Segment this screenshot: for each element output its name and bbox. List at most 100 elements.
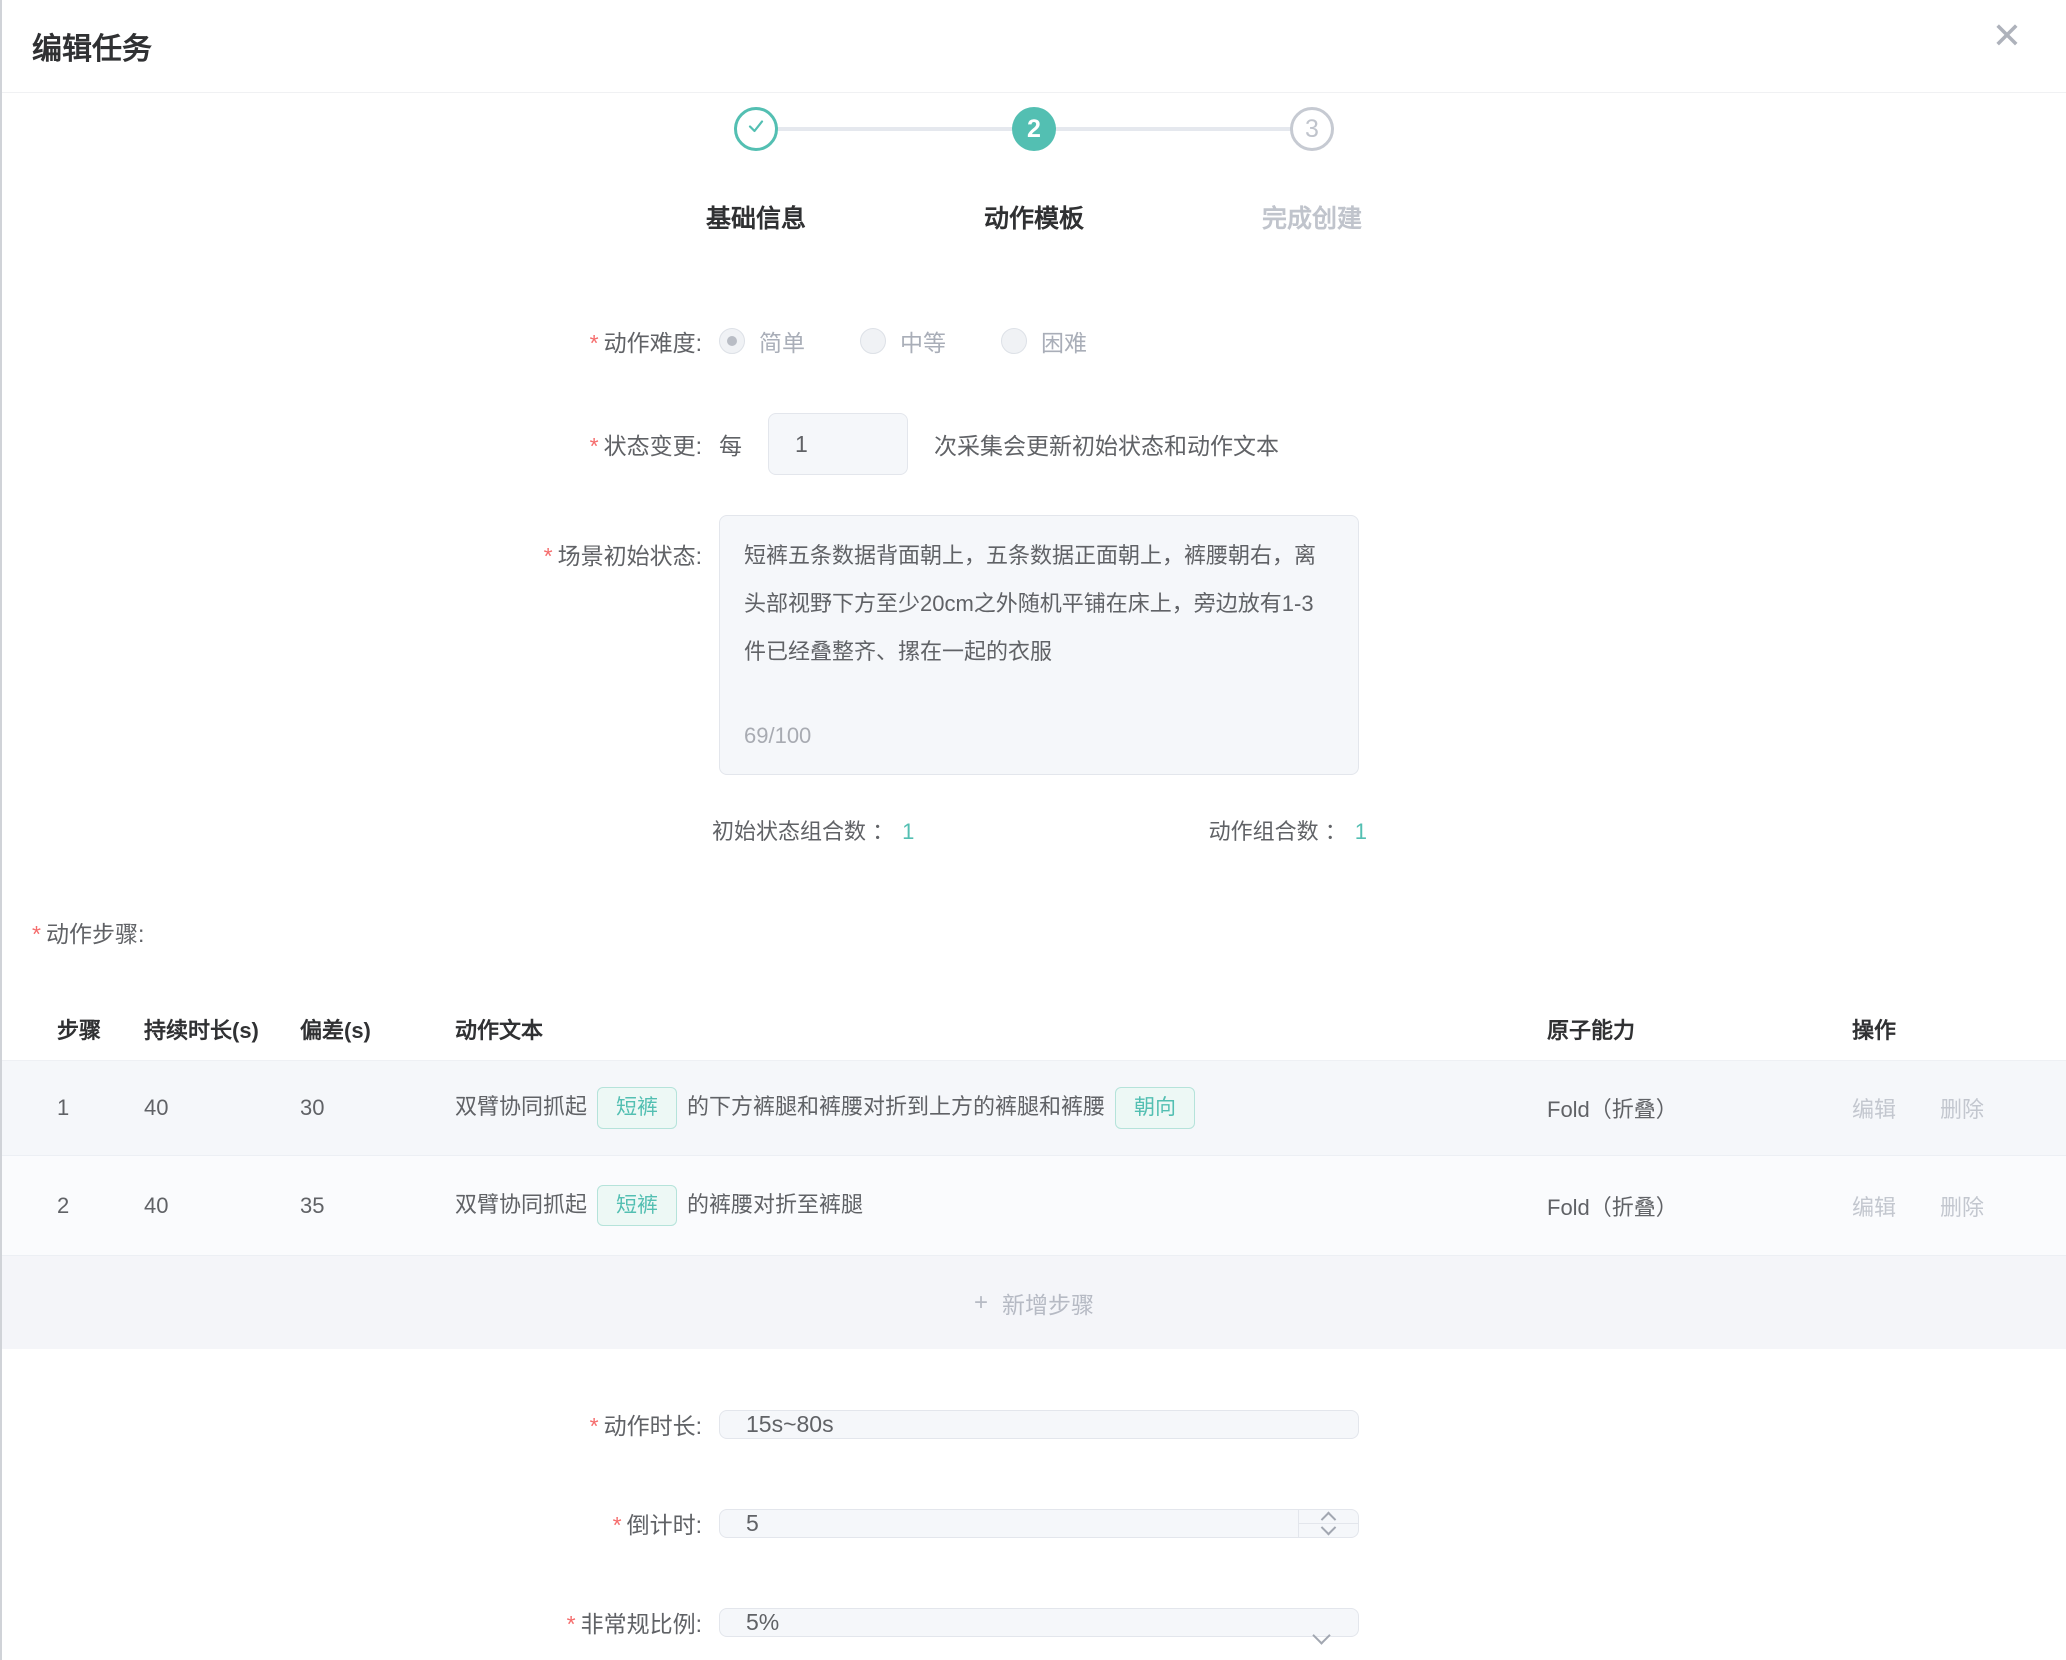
radio-easy[interactable]: 简单: [719, 324, 805, 358]
step-connector: [1034, 127, 1312, 131]
cell-deviation: 30: [300, 1095, 455, 1121]
action-text-segment: 双臂协同抓起: [455, 1094, 587, 1119]
cell-action-text: 双臂协同抓起短裤的裤腰对折至裤腿: [455, 1185, 1547, 1226]
step-2-number: 2: [1027, 115, 1041, 144]
col-header-ability: 原子能力: [1547, 1013, 1852, 1045]
table-row: 1 40 30 双臂协同抓起短裤的下方裤腿和裤腰对折到上方的裤腿和裤腰朝向 Fo…: [2, 1061, 2066, 1156]
step-2-circle: 2: [1012, 107, 1056, 151]
table-header-row: 步骤 持续时长(s) 偏差(s) 动作文本 原子能力 操作: [2, 997, 2066, 1061]
table-row: 2 40 35 双臂协同抓起短裤的裤腰对折至裤腿 Fold（折叠） 编辑 删除: [2, 1156, 2066, 1256]
cell-ability: Fold（折叠）: [1547, 1190, 1852, 1222]
unusual-ratio-row: *非常规比例: 5%: [2, 1593, 2066, 1651]
state-change-prefix: 每: [719, 427, 742, 461]
action-combo-value: 1: [1355, 819, 1367, 844]
cell-step: 1: [57, 1095, 144, 1121]
action-duration-label: *动作时长:: [2, 1407, 702, 1441]
action-text-segment: 双臂协同抓起: [455, 1192, 587, 1217]
add-step-label: 新增步骤: [1002, 1286, 1094, 1320]
edit-link[interactable]: 编辑: [1852, 1097, 1896, 1122]
char-counter: 69/100: [744, 712, 811, 760]
unusual-ratio-label: *非常规比例:: [2, 1605, 702, 1639]
unusual-ratio-select[interactable]: 5%: [719, 1608, 1359, 1637]
step-connector: [756, 127, 1034, 131]
radio-hard[interactable]: 困难: [1001, 324, 1087, 358]
close-icon[interactable]: ✕: [1992, 18, 2022, 54]
cell-step: 2: [57, 1193, 144, 1219]
cell-ability: Fold（折叠）: [1547, 1092, 1852, 1124]
cell-duration: 40: [144, 1193, 300, 1219]
col-header-step: 步骤: [57, 1013, 144, 1045]
countdown-row: *倒计时: 5: [2, 1493, 2066, 1553]
unusual-ratio-value: 5%: [746, 1609, 779, 1636]
dialog-header: 编辑任务 ✕: [2, 0, 2066, 93]
object-tag[interactable]: 短裤: [597, 1087, 677, 1128]
required-mark: *: [590, 330, 599, 356]
action-steps-section-label: *动作步骤:: [32, 915, 2066, 949]
action-text-segment: 的裤腰对折至裤腿: [687, 1192, 863, 1217]
orientation-tag[interactable]: 朝向: [1115, 1087, 1195, 1128]
cell-deviation: 35: [300, 1193, 455, 1219]
cell-action-text: 双臂协同抓起短裤的下方裤腿和裤腰对折到上方的裤腿和裤腰朝向: [455, 1087, 1547, 1128]
delete-link[interactable]: 删除: [1940, 1195, 1984, 1220]
scene-initial-state-row: *场景初始状态: 短裤五条数据背面朝上，五条数据正面朝上，裤腰朝右，离头部视野下…: [2, 515, 2066, 775]
required-mark: *: [544, 543, 553, 569]
col-header-action-text: 动作文本: [455, 1013, 1547, 1045]
radio-circle-icon: [860, 328, 886, 354]
plus-icon: +: [974, 1289, 988, 1317]
cell-operations: 编辑 删除: [1852, 1092, 2066, 1124]
chevron-down-icon: [1312, 1626, 1330, 1644]
required-mark: *: [590, 433, 599, 459]
countdown-value: 5: [746, 1510, 759, 1537]
initial-state-combo-value: 1: [902, 819, 914, 844]
difficulty-label: *动作难度:: [2, 324, 702, 358]
radio-medium[interactable]: 中等: [860, 324, 946, 358]
required-mark: *: [32, 921, 41, 947]
delete-link[interactable]: 删除: [1940, 1097, 1984, 1122]
step-3-number: 3: [1305, 115, 1319, 144]
stepper-down-button[interactable]: [1299, 1524, 1358, 1537]
radio-circle-icon: [1001, 328, 1027, 354]
action-duration-input[interactable]: 15s~80s: [719, 1410, 1359, 1439]
action-combo: 动作组合数 ：1: [1209, 814, 1367, 846]
object-tag[interactable]: 短裤: [597, 1185, 677, 1226]
state-change-row: *状态变更: 每 1 次采集会更新初始状态和动作文本: [2, 413, 2066, 475]
step-2-label: 动作模板: [895, 199, 1173, 235]
col-header-duration: 持续时长(s): [144, 1013, 300, 1045]
action-duration-value: 15s~80s: [746, 1411, 834, 1438]
step-indicator: 2 3 基础信息 动作模板 完成创建: [617, 107, 1451, 257]
countdown-label: *倒计时:: [2, 1506, 702, 1540]
edit-task-dialog: { "required_mark": "*", "dialog": { "tit…: [0, 0, 2066, 1660]
dialog-title: 编辑任务: [32, 24, 152, 68]
radio-easy-label: 简单: [759, 324, 805, 358]
check-icon: [745, 115, 767, 144]
radio-medium-label: 中等: [900, 324, 946, 358]
cell-operations: 编辑 删除: [1852, 1190, 2066, 1222]
col-header-deviation: 偏差(s): [300, 1013, 455, 1045]
radio-hard-label: 困难: [1041, 324, 1087, 358]
step-1-circle: [734, 107, 778, 151]
cell-duration: 40: [144, 1095, 300, 1121]
initial-state-combo: 初始状态组合数 ：1: [712, 814, 914, 846]
action-text-segment: 的下方裤腿和裤腰对折到上方的裤腿和裤腰: [687, 1094, 1105, 1119]
difficulty-row: *动作难度: 简单 中等 困难: [2, 319, 2066, 363]
col-header-operations: 操作: [1852, 1013, 2066, 1045]
action-duration-row: *动作时长: 15s~80s: [2, 1395, 2066, 1453]
scene-initial-state-text: 短裤五条数据背面朝上，五条数据正面朝上，裤腰朝右，离头部视野下方至少20cm之外…: [744, 543, 1316, 664]
state-change-label: *状态变更:: [2, 427, 702, 461]
step-3-circle: 3: [1290, 107, 1334, 151]
add-step-button[interactable]: + 新增步骤: [2, 1256, 2066, 1349]
combo-counts-row: 初始状态组合数 ：1 动作组合数 ：1: [2, 815, 2066, 845]
scene-initial-state-textarea[interactable]: 短裤五条数据背面朝上，五条数据正面朝上，裤腰朝右，离头部视野下方至少20cm之外…: [719, 515, 1359, 775]
step-1-label: 基础信息: [617, 199, 895, 235]
step-3-label: 完成创建: [1173, 199, 1451, 235]
required-mark: *: [567, 1611, 576, 1637]
required-mark: *: [613, 1512, 622, 1538]
countdown-input[interactable]: 5: [719, 1509, 1359, 1538]
number-stepper: [1298, 1510, 1358, 1537]
required-mark: *: [590, 1413, 599, 1439]
scene-initial-state-label: *场景初始状态:: [2, 515, 702, 571]
state-change-suffix: 次采集会更新初始状态和动作文本: [934, 427, 1279, 461]
action-steps-table: 步骤 持续时长(s) 偏差(s) 动作文本 原子能力 操作 1 40 30 双臂…: [2, 997, 2066, 1349]
state-change-input[interactable]: 1: [768, 413, 908, 475]
edit-link[interactable]: 编辑: [1852, 1195, 1896, 1220]
